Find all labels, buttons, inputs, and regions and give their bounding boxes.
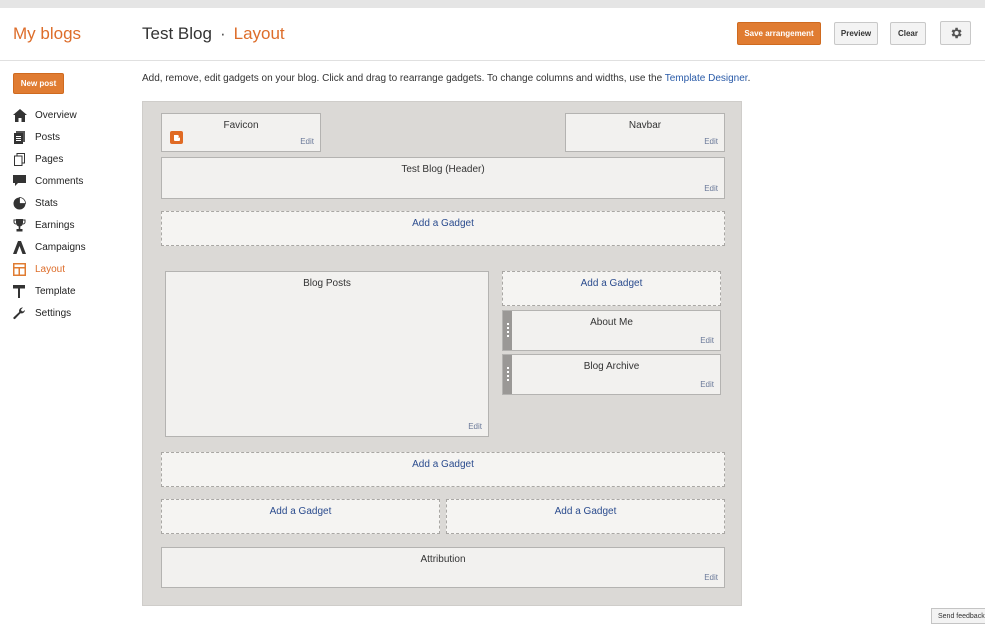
- sidebar-item-label: Comments: [35, 175, 84, 187]
- sidebar-item-label: Pages: [35, 153, 64, 165]
- paint-roller-icon: [12, 284, 27, 298]
- sidebar-item-template[interactable]: Template: [12, 280, 132, 302]
- add-gadget-footer-right[interactable]: Add a Gadget: [446, 499, 725, 534]
- trophy-icon: [12, 218, 27, 232]
- add-gadget-sidebar[interactable]: Add a Gadget: [502, 271, 721, 306]
- sidebar-nav: Overview Posts Pages Comments Stats Earn…: [12, 104, 132, 324]
- template-designer-link[interactable]: Template Designer: [665, 73, 748, 84]
- gadget-title: Test Blog (Header): [401, 164, 485, 175]
- gadget-title: Blog Posts: [303, 278, 351, 289]
- save-arrangement-button[interactable]: Save arrangement: [737, 22, 821, 45]
- pages-icon: [12, 152, 27, 166]
- sidebar-item-label: Layout: [35, 263, 66, 275]
- gadget-attribution[interactable]: Attribution Edit: [161, 547, 725, 588]
- blog-name[interactable]: Test Blog: [142, 24, 212, 43]
- gadget-header[interactable]: Test Blog (Header) Edit: [161, 157, 725, 199]
- add-gadget-link[interactable]: Add a Gadget: [447, 506, 724, 517]
- edit-link[interactable]: Edit: [300, 137, 314, 146]
- intro-description: Add, remove, edit gadgets on your blog. …: [142, 73, 663, 84]
- clear-button[interactable]: Clear: [890, 22, 926, 45]
- sidebar-item-earnings[interactable]: Earnings: [12, 214, 132, 236]
- gadget-navbar[interactable]: Navbar Edit: [565, 113, 725, 152]
- edit-link[interactable]: Edit: [700, 380, 714, 389]
- edit-link[interactable]: Edit: [700, 336, 714, 345]
- edit-link[interactable]: Edit: [704, 573, 718, 582]
- add-gadget-main-bottom[interactable]: Add a Gadget: [161, 452, 725, 487]
- campaign-icon: [12, 240, 27, 254]
- posts-icon: [12, 130, 27, 144]
- sidebar-item-label: Earnings: [35, 219, 75, 231]
- breadcrumb: Test Blog · Layout: [142, 24, 285, 44]
- layout-canvas: Favicon Edit Navbar Edit Test Blog (Head…: [142, 101, 742, 606]
- gadget-blog-archive[interactable]: Blog Archive Edit: [502, 354, 721, 395]
- blogger-icon: [170, 131, 183, 144]
- gadget-title: Navbar: [628, 120, 662, 131]
- sidebar-item-label: Campaigns: [35, 241, 86, 253]
- wrench-icon: [12, 306, 27, 320]
- gadget-title: Favicon: [223, 120, 259, 131]
- add-gadget-link[interactable]: Add a Gadget: [503, 278, 720, 289]
- edit-link[interactable]: Edit: [704, 137, 718, 146]
- gadget-title: Attribution: [420, 554, 466, 565]
- pie-chart-icon: [12, 196, 27, 210]
- edit-link[interactable]: Edit: [468, 422, 482, 431]
- add-gadget-link[interactable]: Add a Gadget: [162, 459, 724, 470]
- sidebar-item-settings[interactable]: Settings: [12, 302, 132, 324]
- sidebar-item-stats[interactable]: Stats: [12, 192, 132, 214]
- gear-icon: [951, 27, 962, 39]
- breadcrumb-separator: ·: [219, 24, 226, 43]
- my-blogs-link[interactable]: My blogs: [13, 24, 81, 44]
- layout-icon: [12, 262, 27, 276]
- sidebar-item-campaigns[interactable]: Campaigns: [12, 236, 132, 258]
- header-bar: My blogs Test Blog · Layout Save arrangeme…: [0, 8, 985, 61]
- top-strip: [0, 0, 985, 8]
- gadget-title: About Me: [590, 317, 633, 328]
- sidebar-item-comments[interactable]: Comments: [12, 170, 132, 192]
- add-gadget-header-area[interactable]: Add a Gadget: [161, 211, 725, 246]
- home-icon: [12, 108, 27, 122]
- intro-end: .: [747, 73, 751, 84]
- page-title: Layout: [233, 24, 285, 43]
- sidebar-item-label: Posts: [35, 131, 61, 143]
- settings-gear-button[interactable]: [940, 21, 971, 45]
- sidebar-item-label: Settings: [35, 307, 72, 319]
- new-post-button[interactable]: New post: [13, 73, 64, 94]
- sidebar-item-layout[interactable]: Layout: [12, 258, 132, 280]
- sidebar-item-label: Stats: [35, 197, 58, 209]
- intro-text: Add, remove, edit gadgets on your blog. …: [142, 73, 750, 84]
- sidebar-item-posts[interactable]: Posts: [12, 126, 132, 148]
- add-gadget-link[interactable]: Add a Gadget: [162, 506, 439, 517]
- sidebar-item-pages[interactable]: Pages: [12, 148, 132, 170]
- comment-icon: [12, 174, 27, 188]
- edit-link[interactable]: Edit: [704, 184, 718, 193]
- add-gadget-footer-left[interactable]: Add a Gadget: [161, 499, 440, 534]
- preview-button[interactable]: Preview: [834, 22, 878, 45]
- sidebar-item-overview[interactable]: Overview: [12, 104, 132, 126]
- gadget-favicon[interactable]: Favicon Edit: [161, 113, 321, 152]
- gadget-about-me[interactable]: About Me Edit: [502, 310, 721, 351]
- gadget-title: Blog Archive: [583, 361, 640, 372]
- add-gadget-link[interactable]: Add a Gadget: [162, 218, 724, 229]
- sidebar-item-label: Template: [35, 285, 76, 297]
- gadget-blog-posts[interactable]: Blog Posts Edit: [165, 271, 489, 437]
- sidebar-item-label: Overview: [35, 109, 77, 121]
